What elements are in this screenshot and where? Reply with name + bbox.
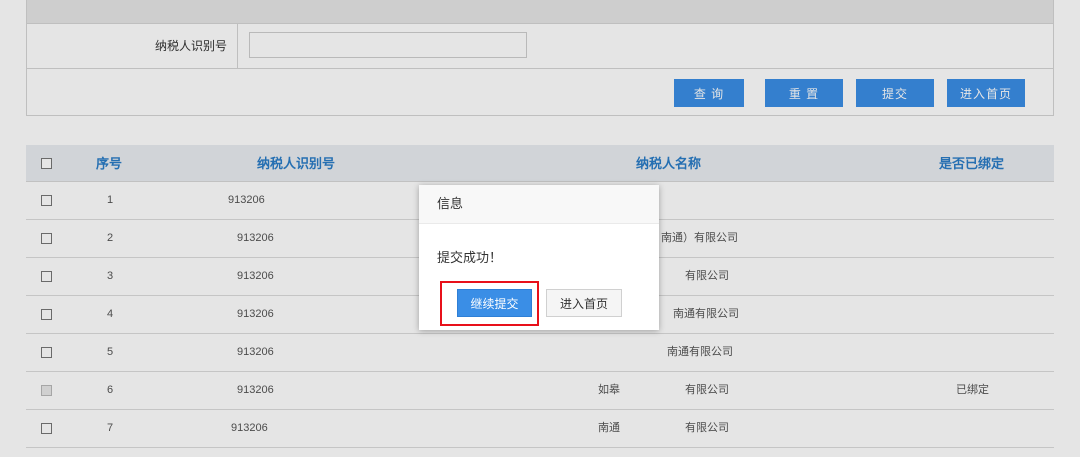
continue-submit-button[interactable]: 继续提交 — [457, 289, 532, 317]
info-dialog: 信息 提交成功！ 继续提交 进入首页 — [419, 185, 659, 330]
dialog-message: 提交成功！ — [437, 250, 503, 265]
dialog-title: 信息 — [419, 185, 659, 224]
dialog-home-button[interactable]: 进入首页 — [546, 289, 622, 317]
